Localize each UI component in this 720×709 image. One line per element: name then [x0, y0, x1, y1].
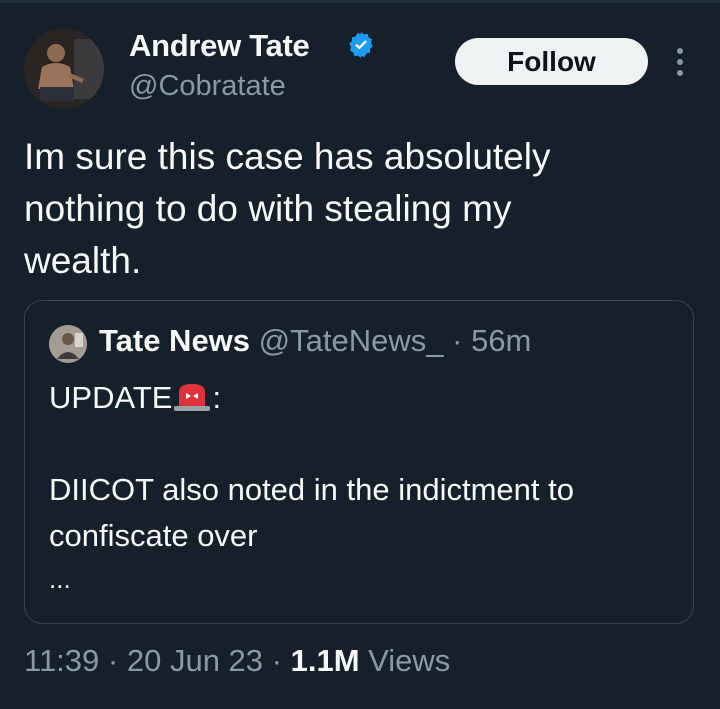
verified-badge-icon: [349, 31, 373, 59]
views-label[interactable]: Views: [368, 643, 450, 678]
avatar-photo: [24, 29, 104, 109]
separator-dot: ·: [271, 643, 282, 678]
quoted-author-avatar[interactable]: [49, 325, 87, 363]
quoted-tweet-card[interactable]: Tate News @TateNews_ · 56m UPDATE : DIIC…: [24, 300, 694, 624]
ellipsis: ...: [49, 564, 71, 594]
quoted-tweet-time[interactable]: 56m: [471, 323, 531, 358]
author-avatar[interactable]: [24, 29, 104, 109]
quoted-avatar-photo: [49, 325, 87, 363]
follow-button[interactable]: Follow: [455, 38, 648, 85]
tweet-text: Im sure this case has absolutely nothing…: [24, 131, 664, 287]
quoted-author-name[interactable]: Tate News: [99, 323, 250, 358]
police-light-icon: [174, 384, 211, 411]
tweet-time[interactable]: 11:39: [24, 643, 99, 678]
tweet-metadata: 11:39 · 20 Jun 23 · 1.1M Views: [24, 643, 450, 679]
tweet-line: wealth.: [24, 240, 142, 281]
quoted-author-handle[interactable]: @TateNews_: [259, 323, 444, 358]
author-handle[interactable]: @Cobratate: [129, 70, 286, 103]
more-vertical-icon[interactable]: [670, 46, 690, 78]
quoted-tweet-body: UPDATE : DIICOT also noted in the indict…: [49, 375, 679, 599]
update-colon: :: [212, 380, 222, 415]
tweet-line: nothing to do with stealing my: [24, 188, 512, 229]
update-label: UPDATE: [49, 380, 173, 415]
quoted-line: confiscate over: [49, 518, 258, 553]
top-divider: [0, 0, 720, 3]
tweet-date[interactable]: 20 Jun 23: [127, 643, 263, 678]
tweet-line: Im sure this case has absolutely: [24, 136, 551, 177]
separator-dot: ·: [452, 323, 463, 358]
quoted-tweet-header: Tate News @TateNews_ · 56m: [99, 323, 531, 359]
author-name[interactable]: Andrew Tate: [129, 28, 310, 64]
update-line: UPDATE :: [49, 375, 679, 421]
quoted-line: DIICOT also noted in the indictment to: [49, 472, 574, 507]
separator-dot: ·: [107, 643, 119, 678]
views-count[interactable]: 1.1M: [291, 643, 360, 678]
